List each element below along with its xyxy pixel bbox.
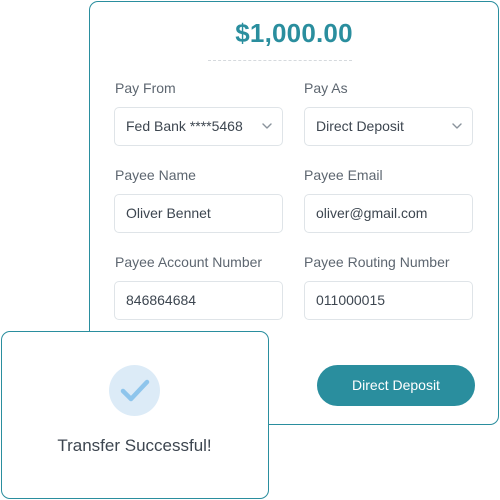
- payee-name-input[interactable]: Oliver Bennet: [114, 194, 283, 233]
- pay-as-value: Direct Deposit: [316, 118, 404, 134]
- direct-deposit-button[interactable]: Direct Deposit: [317, 365, 475, 406]
- checkmark-icon: [120, 379, 150, 402]
- payee-account-value: 846864684: [126, 292, 197, 308]
- payee-account-input[interactable]: 846864684: [114, 281, 283, 320]
- payee-email-input[interactable]: oliver@gmail.com: [304, 194, 473, 233]
- pay-as-select[interactable]: Direct Deposit: [304, 107, 473, 146]
- payee-email-value: oliver@gmail.com: [316, 205, 428, 221]
- payee-routing-input[interactable]: 011000015: [304, 281, 473, 320]
- payee-email-label: Payee Email: [304, 167, 383, 183]
- chevron-down-icon: [262, 123, 272, 129]
- transfer-success-card: Transfer Successful!: [1, 331, 269, 499]
- success-badge: [109, 365, 160, 416]
- payee-routing-label: Payee Routing Number: [304, 254, 450, 270]
- pay-from-value: Fed Bank ****5468: [126, 118, 243, 134]
- pay-from-label: Pay From: [115, 80, 176, 96]
- pay-as-label: Pay As: [304, 80, 348, 96]
- pay-from-select[interactable]: Fed Bank ****5468: [114, 107, 283, 146]
- payee-name-label: Payee Name: [115, 167, 196, 183]
- payee-account-label: Payee Account Number: [115, 254, 263, 270]
- payee-routing-value: 011000015: [316, 292, 386, 308]
- chevron-down-icon: [452, 123, 462, 129]
- payee-name-value: Oliver Bennet: [126, 205, 211, 221]
- payment-amount: $1,000.00: [235, 18, 353, 48]
- success-message: Transfer Successful!: [57, 436, 212, 455]
- amount-divider: [208, 60, 352, 61]
